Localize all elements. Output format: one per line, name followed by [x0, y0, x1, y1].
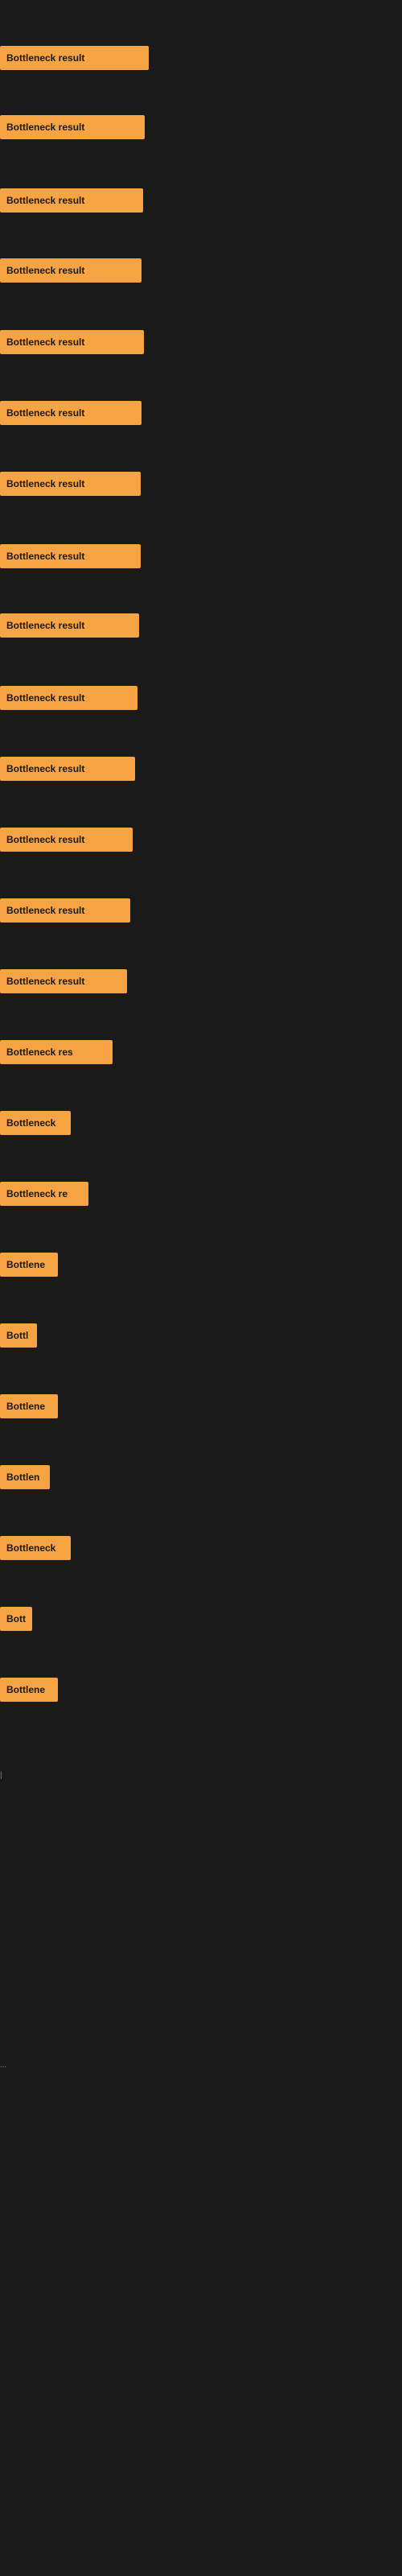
bottleneck-item-17: Bottleneck re — [0, 1182, 88, 1206]
bottleneck-item-10: Bottleneck result — [0, 686, 137, 710]
site-header — [0, 0, 402, 10]
marker-2: ... — [0, 2061, 6, 2070]
bottleneck-item-15: Bottleneck res — [0, 1040, 113, 1064]
bottleneck-item-9: Bottleneck result — [0, 613, 139, 638]
bottleneck-item-24: Bottlene — [0, 1678, 58, 1702]
bottleneck-item-14: Bottleneck result — [0, 969, 127, 993]
bottleneck-item-2: Bottleneck result — [0, 115, 145, 139]
bottleneck-item-21: Bottlen — [0, 1465, 50, 1489]
bottleneck-item-5: Bottleneck result — [0, 330, 144, 354]
bottleneck-item-11: Bottleneck result — [0, 757, 135, 781]
bottleneck-item-1: Bottleneck result — [0, 46, 149, 70]
bottleneck-item-22: Bottleneck — [0, 1536, 71, 1560]
marker-1: | — [0, 1771, 2, 1780]
bottleneck-item-6: Bottleneck result — [0, 401, 142, 425]
bottleneck-item-23: Bott — [0, 1607, 32, 1631]
bottleneck-item-20: Bottlene — [0, 1394, 58, 1418]
bottleneck-item-13: Bottleneck result — [0, 898, 130, 923]
bottleneck-item-18: Bottlene — [0, 1253, 58, 1277]
bottleneck-item-4: Bottleneck result — [0, 258, 142, 283]
bottleneck-item-12: Bottleneck result — [0, 828, 133, 852]
bottleneck-item-8: Bottleneck result — [0, 544, 141, 568]
bottleneck-item-16: Bottleneck — [0, 1111, 71, 1135]
bottleneck-item-7: Bottleneck result — [0, 472, 141, 496]
bottleneck-item-3: Bottleneck result — [0, 188, 143, 213]
bottleneck-item-19: Bottl — [0, 1323, 37, 1348]
